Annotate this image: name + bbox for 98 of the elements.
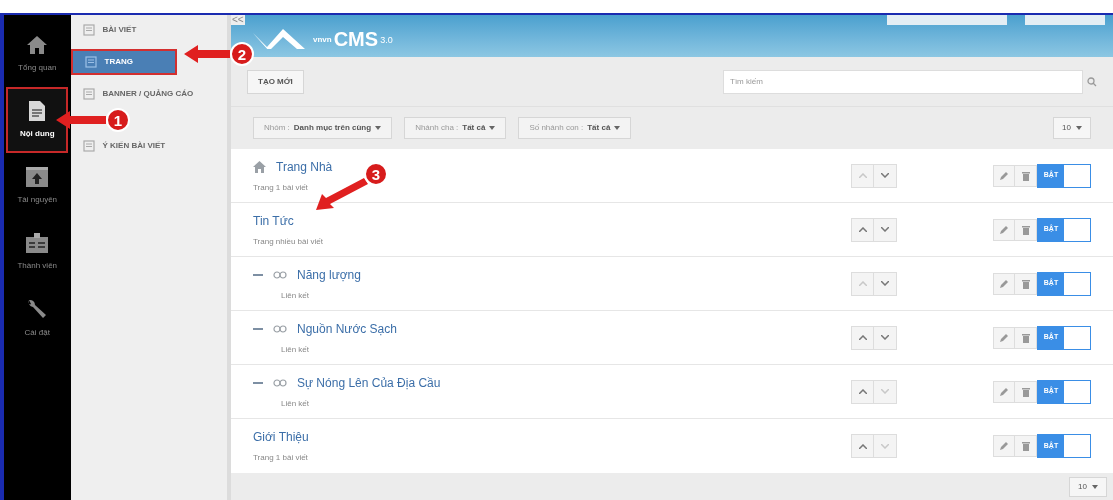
rail-nav-item[interactable]: Tổng quan [6, 21, 69, 87]
dropdown-caret-icon [375, 126, 382, 130]
caret-up-icon [858, 227, 867, 232]
link-icon [273, 378, 287, 387]
submenu-item[interactable]: Ý KIẾN BÀI VIẾT [70, 133, 227, 159]
edit-button[interactable] [993, 326, 1015, 349]
collapse-button[interactable]: << [231, 15, 245, 25]
link-icon [273, 324, 287, 333]
page-type-label: Liên kết [280, 343, 311, 356]
submenu-item[interactable]: BANNER / QUẢNG CÁO [70, 81, 227, 107]
caret-down-icon [881, 335, 889, 340]
caret-up-icon [858, 335, 867, 340]
dropdown-caret-icon [1076, 126, 1082, 130]
move-down-button[interactable] [874, 272, 896, 295]
filter-dropdown[interactable]: Nhóm : Danh mục trên cùng [253, 117, 393, 139]
tree-dash-icon [253, 381, 263, 384]
delete-button[interactable] [1015, 380, 1037, 403]
create-new-button[interactable]: TẠO MỚI [247, 69, 304, 94]
pencil-icon [999, 278, 1009, 289]
edit-button[interactable] [993, 380, 1015, 403]
caret-up-icon [858, 173, 867, 178]
move-up-button[interactable] [852, 218, 874, 241]
caret-down-icon [881, 173, 889, 178]
page-type-label: Liên kết [280, 289, 311, 302]
edit-button[interactable] [993, 218, 1015, 241]
tree-dash-icon [253, 327, 263, 330]
rail-nav-item[interactable]: Thành viên [6, 219, 69, 285]
caret-down-icon [881, 389, 889, 394]
move-up-button[interactable] [852, 380, 874, 403]
move-down-button[interactable] [874, 164, 896, 187]
edit-button[interactable] [993, 435, 1015, 457]
delete-button[interactable] [1015, 218, 1037, 241]
page-icon [82, 24, 95, 36]
submenu-item[interactable]: BÀI VIẾT [70, 17, 227, 43]
move-up-button[interactable] [852, 326, 874, 349]
trash-icon [1021, 170, 1030, 181]
delete-button[interactable] [1015, 326, 1037, 349]
page-type-label: Trang 1 bài viết [253, 452, 309, 464]
document-icon [28, 100, 47, 122]
page-title-link[interactable]: Sự Nóng Lên Của Địa Cầu [297, 373, 441, 392]
upload-box-icon [25, 166, 50, 188]
pencil-icon [999, 441, 1009, 451]
delete-button[interactable] [1015, 435, 1037, 457]
move-up-button[interactable] [852, 435, 874, 457]
filter-dropdown[interactable]: Số nhánh con : Tất cả [518, 117, 632, 139]
caret-up-icon [858, 281, 867, 286]
page-title-link[interactable]: Năng lượng [297, 265, 361, 284]
page-title-link[interactable]: Nguồn Nước Sạch [297, 319, 397, 338]
page-title-link[interactable]: Trang Nhà [276, 157, 333, 176]
trash-icon [1021, 386, 1030, 397]
page-title-link[interactable]: Giới Thiệu [253, 428, 309, 446]
pencil-icon [999, 332, 1009, 343]
search-icon[interactable] [1087, 76, 1097, 87]
rail-nav-item[interactable]: Nội dung [6, 87, 69, 153]
caret-down-icon [881, 227, 889, 232]
page-size-select[interactable]: 10 [1053, 117, 1091, 139]
caret-down-icon [881, 281, 889, 286]
edit-button[interactable] [993, 272, 1015, 295]
annotation-arrow [184, 45, 230, 63]
dropdown-caret-icon [489, 126, 496, 130]
annotation-arrow [316, 176, 370, 212]
trash-icon [1021, 224, 1030, 235]
home-icon [253, 160, 266, 173]
edit-button[interactable] [993, 164, 1015, 187]
page-type-label: Liên kết [280, 397, 311, 410]
pencil-icon [999, 224, 1009, 235]
annotation-arrow [56, 111, 106, 129]
tree-dash-icon [253, 273, 263, 276]
pencil-icon [999, 170, 1009, 181]
search-field[interactable]: Tìm kiếm [723, 69, 1083, 94]
page-type-label: Trang nhiều bài viết [253, 235, 324, 248]
caret-up-icon [858, 389, 867, 394]
pencil-icon [999, 386, 1009, 397]
search-input[interactable]: Tìm kiếm [730, 75, 1076, 88]
move-down-button[interactable] [874, 218, 896, 241]
trash-icon [1021, 441, 1030, 451]
page-icon [82, 140, 95, 152]
trash-icon [1021, 332, 1030, 343]
page-icon [82, 88, 95, 100]
move-down-button[interactable] [874, 326, 896, 349]
page-icon [84, 56, 97, 68]
rail-nav-item[interactable]: Tài nguyên [6, 153, 69, 219]
trash-icon [1021, 278, 1030, 289]
submenu-item[interactable]: TRANG [70, 49, 177, 75]
page-size-select[interactable]: 10 [1069, 476, 1107, 497]
page-title-link[interactable]: Tin Tức [253, 211, 294, 230]
home-icon [26, 34, 49, 56]
filter-dropdown[interactable]: Nhánh cha : Tất cả [404, 117, 507, 139]
dropdown-caret-icon [1092, 484, 1098, 489]
caret-down-icon [881, 443, 889, 449]
id-card-icon [25, 232, 50, 254]
delete-button[interactable] [1015, 272, 1037, 295]
caret-up-icon [858, 443, 867, 449]
page-type-label: Trang 1 bài viết [253, 181, 309, 194]
delete-button[interactable] [1015, 164, 1037, 187]
dropdown-caret-icon [614, 126, 621, 130]
link-icon [273, 270, 287, 279]
rail-nav-item[interactable]: Cài đặt [6, 285, 69, 351]
